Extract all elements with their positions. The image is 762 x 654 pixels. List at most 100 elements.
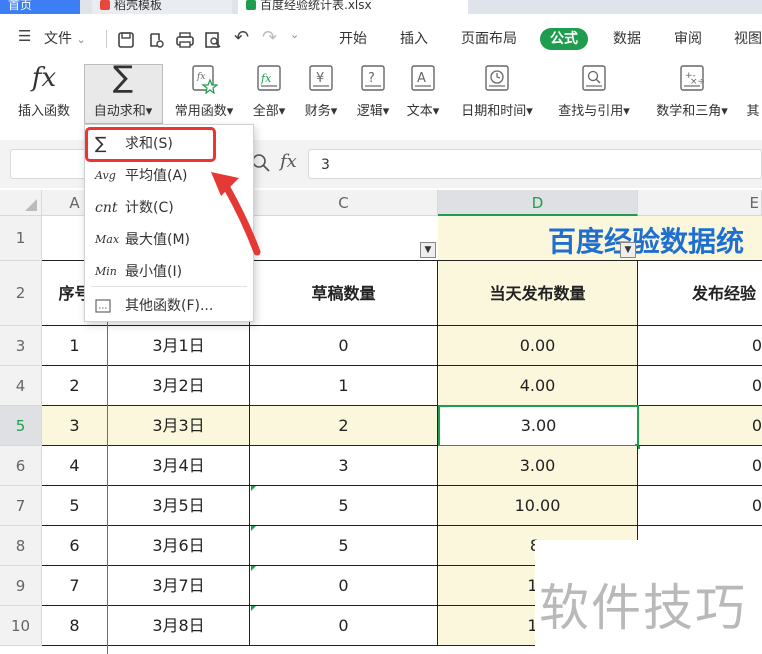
table-cell[interactable]: 0 (250, 606, 438, 646)
table-cell[interactable]: 0.00 (438, 326, 638, 366)
file-menu[interactable]: 文件 ⌄ (44, 28, 86, 50)
table-cell[interactable]: 5 (42, 486, 108, 526)
row-header-2[interactable]: 2 (0, 261, 42, 326)
filter-dropdown-icon[interactable]: ▼ (420, 242, 436, 258)
undo-icon[interactable]: ↶ (234, 27, 249, 48)
financial-button[interactable]: ¥ 财务▾ (298, 62, 344, 119)
table-cell[interactable]: 2 (250, 406, 438, 446)
table-cell[interactable]: 0 (250, 566, 438, 606)
table-cell[interactable]: 3月1日 (108, 326, 250, 366)
common-functions-button[interactable]: fx 常用函数▾ (168, 62, 240, 119)
header-cell-d[interactable]: 当天发布数量 (438, 261, 638, 326)
table-cell[interactable]: 3 (250, 446, 438, 486)
table-cell[interactable]: 3月3日 (108, 406, 250, 446)
fx-icon: fx (31, 63, 57, 93)
select-all-corner[interactable] (0, 190, 42, 216)
table-cell[interactable]: 3月5日 (108, 486, 250, 526)
row-number: 1 (15, 229, 26, 247)
formula-input[interactable]: 3 (308, 149, 762, 179)
text-button[interactable]: A 文本▾ (400, 62, 446, 119)
tab-document[interactable]: 百度经验统计表.xlsx (238, 0, 468, 14)
date-time-button[interactable]: 日期和时间▾ (452, 62, 542, 119)
menu-data[interactable]: 数据 (613, 28, 641, 50)
a-book-icon: A (411, 65, 435, 91)
menu-insert[interactable]: 插入 (400, 28, 428, 50)
table-cell[interactable]: 0 (250, 326, 438, 366)
menu-page-layout[interactable]: 页面布局 (461, 28, 517, 50)
hamburger-icon[interactable]: ☰ (18, 27, 31, 45)
row-header-3[interactable]: 3 (0, 326, 42, 366)
row-header-4[interactable]: 4 (0, 366, 42, 406)
table-cell[interactable]: 0 (639, 406, 762, 446)
lookup-button[interactable]: 查找与引用▾ (549, 62, 639, 119)
menu-divider (91, 286, 247, 287)
fx-icon[interactable]: fx (280, 151, 297, 172)
table-cell[interactable]: 6 (42, 526, 108, 566)
redo-icon[interactable]: ↷ (262, 27, 277, 48)
table-cell[interactable]: 3.00 (438, 446, 638, 486)
tab-templates[interactable]: 稻壳模板 (92, 0, 232, 14)
row-header-6[interactable]: 6 (0, 446, 42, 486)
column-header-c[interactable]: C (250, 190, 438, 216)
table-cell[interactable]: 3月7日 (108, 566, 250, 606)
print-icon[interactable] (175, 31, 195, 49)
table-cell[interactable]: 7 (42, 566, 108, 606)
table-cell[interactable]: 3月6日 (108, 526, 250, 566)
column-header-e[interactable]: E (638, 190, 762, 216)
table-cell[interactable]: 4 (42, 446, 108, 486)
filter-dropdown-icon[interactable]: ▼ (620, 242, 636, 258)
more-functions-button[interactable]: 其 (744, 62, 762, 119)
row-header-10[interactable]: 10 (0, 606, 42, 646)
table-cell[interactable]: 3月4日 (108, 446, 250, 486)
logical-button[interactable]: ? 逻辑▾ (350, 62, 396, 119)
autosum-button[interactable]: ∑ 自动求和▾ (86, 62, 160, 120)
sheet-title: 百度经验数据统 (548, 225, 745, 258)
menu-item-min[interactable]: Min 最小值(I) (85, 257, 253, 287)
table-cell[interactable]: 3月8日 (108, 606, 250, 646)
tab-home[interactable]: 首页 (0, 0, 80, 14)
header-cell-c[interactable]: 草稿数量 (250, 261, 438, 326)
more-functions-icon (95, 299, 111, 313)
header-cell-e[interactable]: 发布经验 (638, 261, 762, 326)
menu-start[interactable]: 开始 (339, 28, 367, 50)
daoke-logo-icon (100, 0, 110, 10)
insert-function-button[interactable]: fx 插入函数 (12, 62, 76, 119)
row-header-8[interactable]: 8 (0, 526, 42, 566)
export-icon[interactable] (147, 31, 165, 49)
table-cell[interactable]: 1 (42, 326, 108, 366)
table-cell[interactable]: 3月2日 (108, 366, 250, 406)
menu-view[interactable]: 视图 (734, 28, 762, 50)
column-header-d[interactable]: D (438, 190, 638, 216)
row-header-7[interactable]: 7 (0, 486, 42, 526)
table-cell[interactable]: 0 (638, 326, 762, 366)
table-cell[interactable]: 5 (250, 526, 438, 566)
cell-text: 7 (69, 576, 80, 595)
all-functions-button[interactable]: fx 全部▾ (246, 62, 292, 119)
menu-review[interactable]: 审阅 (674, 28, 702, 50)
menu-item-more-functions[interactable]: 其他函数(F)... (85, 291, 253, 321)
table-cell[interactable]: 3 (42, 406, 108, 446)
table-cell[interactable]: 1 (250, 366, 438, 406)
active-cell[interactable]: 3.00 (438, 405, 639, 447)
table-cell[interactable]: 2 (42, 366, 108, 406)
math-trig-button[interactable]: +- ×÷ 数学和三角▾ (646, 62, 738, 119)
chevron-down-icon[interactable]: ⌄ (290, 28, 299, 41)
table-cell[interactable]: 8 (42, 606, 108, 646)
menu-formulas[interactable]: 公式 (540, 28, 588, 50)
menu-item-min-label: 最小值(I) (125, 264, 183, 280)
table-cell[interactable]: 5 (250, 486, 438, 526)
table-cell[interactable]: 0 (638, 446, 762, 486)
row-header-5[interactable]: 5 (0, 406, 42, 446)
table-cell[interactable]: 4.00 (438, 366, 638, 406)
row-number: 7 (15, 497, 26, 515)
cell-text: 1 (69, 336, 80, 355)
row-header-1[interactable]: 1 (0, 216, 42, 261)
table-cell[interactable]: 0 (638, 486, 762, 526)
row-number: 10 (10, 617, 31, 635)
row-header-9[interactable]: 9 (0, 566, 42, 606)
table-cell[interactable]: 10.00 (438, 486, 638, 526)
common-functions-label: 常用函数▾ (174, 104, 234, 119)
save-icon[interactable] (117, 31, 135, 49)
print-preview-icon[interactable] (204, 31, 222, 49)
table-cell[interactable]: 0 (638, 366, 762, 406)
